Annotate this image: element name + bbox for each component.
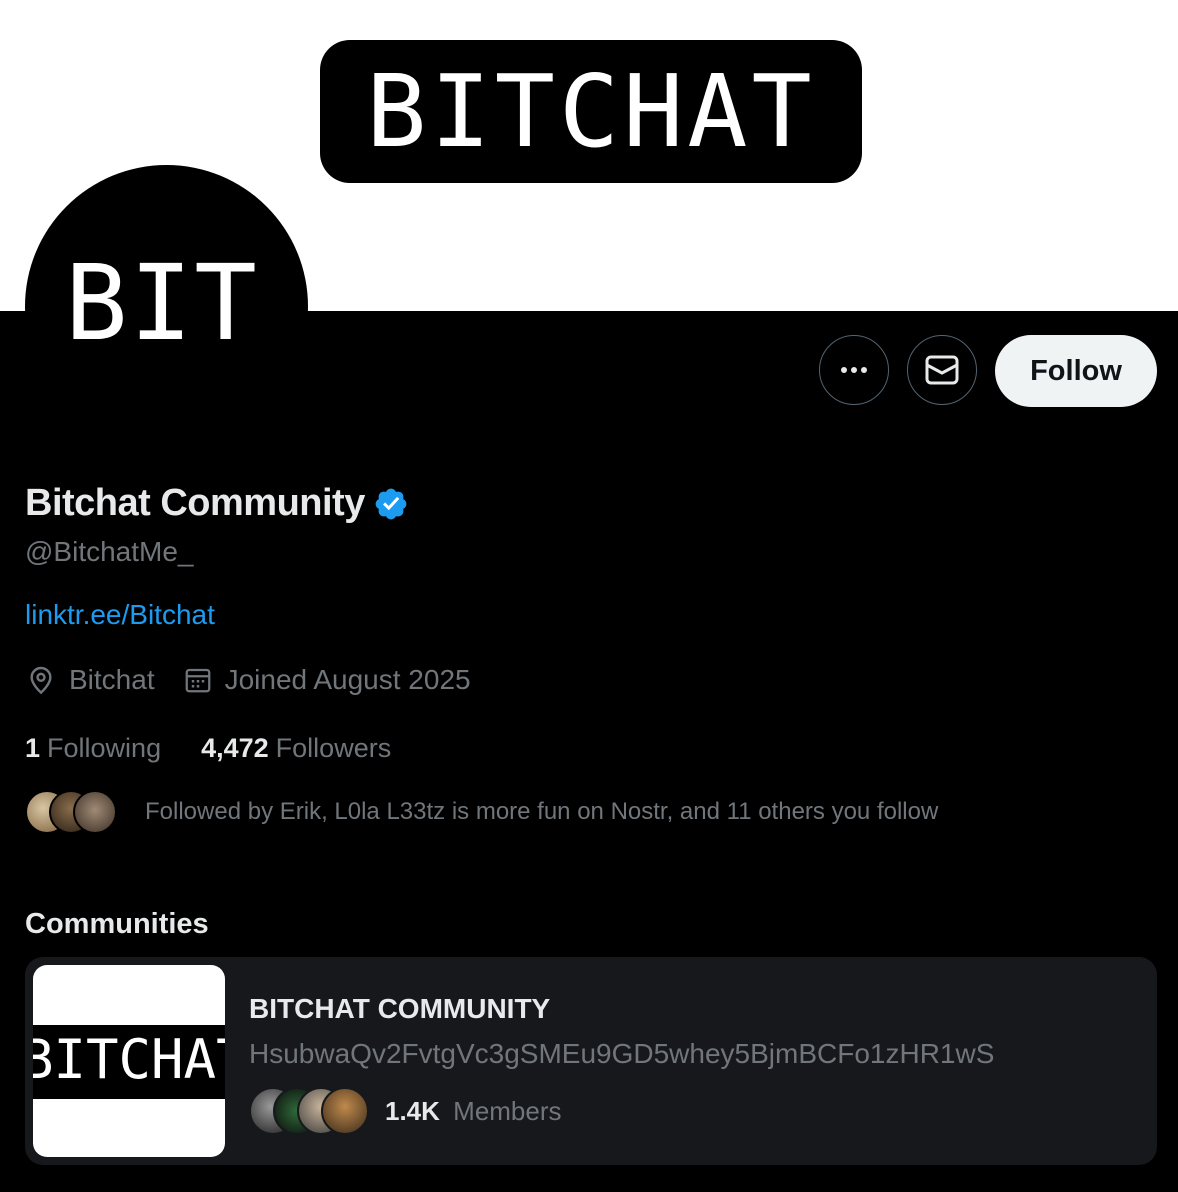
followers-count: 4,472 bbox=[201, 733, 269, 763]
joined-item: Joined August 2025 bbox=[183, 664, 471, 696]
followers-link[interactable]: 4,472 Followers bbox=[201, 733, 391, 764]
following-link[interactable]: 1 Following bbox=[25, 733, 161, 764]
more-button[interactable] bbox=[819, 335, 889, 405]
mail-icon bbox=[925, 355, 959, 385]
avatar-text: BIT bbox=[65, 242, 259, 364]
banner-logo: BITCHAT bbox=[320, 40, 862, 183]
profile-meta: Bitchat Joined August 2025 bbox=[25, 664, 499, 696]
followers-label: Followers bbox=[275, 733, 392, 763]
followed-by-text: Followed by Erik, L0la L33tz is more fun… bbox=[145, 798, 939, 825]
community-thumbnail: BITCHAT bbox=[33, 965, 225, 1157]
members-count: 1.4K Members bbox=[385, 1096, 562, 1127]
community-name: BITCHAT COMMUNITY bbox=[249, 993, 551, 1024]
avatar bbox=[73, 790, 117, 834]
member-avatars bbox=[249, 1087, 369, 1135]
calendar-icon bbox=[183, 665, 213, 695]
members-label: Members bbox=[453, 1095, 562, 1126]
following-count: 1 bbox=[25, 733, 41, 763]
members-number: 1.4K bbox=[385, 1095, 440, 1126]
profile-handle: @BitchatMe_ bbox=[25, 536, 194, 567]
location-item: Bitchat bbox=[25, 664, 155, 696]
message-button[interactable] bbox=[907, 335, 977, 405]
communities-heading: Communities bbox=[25, 908, 209, 940]
follower-avatars bbox=[25, 790, 125, 834]
profile-stats: 1 Following 4,472 Followers bbox=[25, 733, 431, 764]
verified-badge-icon[interactable] bbox=[373, 486, 409, 522]
profile-name: Bitchat Community bbox=[25, 482, 365, 524]
follow-button[interactable]: Follow bbox=[995, 335, 1157, 407]
followers-you-know[interactable]: Followed by Erik, L0la L33tz is more fun… bbox=[25, 790, 938, 834]
profile-avatar[interactable]: BIT bbox=[25, 165, 308, 448]
community-description: HsubwaQv2FvtgVc3gSMEu9GD5whey5BjmBCFo1zH… bbox=[249, 1038, 995, 1069]
location-icon bbox=[25, 664, 57, 696]
joined-text: Joined August 2025 bbox=[224, 664, 471, 695]
avatar bbox=[321, 1087, 369, 1135]
location-text: Bitchat bbox=[69, 664, 155, 695]
profile-link[interactable]: linktr.ee/Bitchat bbox=[25, 599, 215, 631]
banner-logo-text: BITCHAT bbox=[366, 52, 816, 170]
thumbnail-text: BITCHAT bbox=[33, 1028, 225, 1091]
community-card[interactable]: BITCHAT BITCHAT COMMUNITY HsubwaQv2FvtgV… bbox=[25, 957, 1157, 1165]
more-icon bbox=[841, 367, 867, 373]
community-members: 1.4K Members bbox=[249, 1087, 562, 1135]
thumbnail-band: BITCHAT bbox=[33, 1025, 225, 1099]
profile-name-row: Bitchat Community bbox=[25, 482, 409, 525]
following-label: Following bbox=[47, 733, 162, 763]
